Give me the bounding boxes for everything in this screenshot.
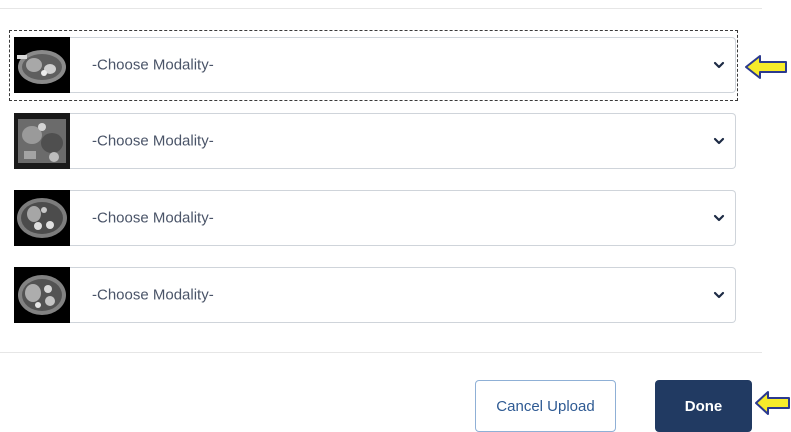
chevron-down-icon bbox=[713, 61, 725, 69]
modality-select[interactable]: -Choose Modality- bbox=[70, 267, 736, 323]
cancel-upload-button[interactable]: Cancel Upload bbox=[475, 380, 616, 432]
yellow-left-arrow-icon bbox=[745, 55, 787, 79]
modality-select[interactable]: -Choose Modality- bbox=[70, 37, 736, 93]
ct-scan-thumbnail bbox=[14, 190, 70, 246]
chevron-down-icon bbox=[713, 291, 725, 299]
modality-select[interactable]: -Choose Modality- bbox=[70, 113, 736, 169]
chevron-down-icon bbox=[713, 137, 725, 145]
chevron-down-icon bbox=[713, 214, 725, 222]
modality-select-value: -Choose Modality- bbox=[92, 132, 214, 150]
modality-select-value: -Choose Modality- bbox=[92, 56, 214, 74]
ct-scan-thumbnail bbox=[14, 113, 70, 169]
yellow-left-arrow-icon bbox=[755, 391, 790, 415]
done-button[interactable]: Done bbox=[655, 380, 752, 432]
ct-scan-thumbnail bbox=[14, 267, 70, 323]
ct-scan-thumbnail bbox=[14, 37, 70, 93]
image-row: -Choose Modality- bbox=[14, 37, 736, 93]
top-divider bbox=[0, 8, 762, 9]
bottom-divider bbox=[0, 352, 762, 353]
modality-select[interactable]: -Choose Modality- bbox=[70, 190, 736, 246]
image-row: -Choose Modality- bbox=[14, 267, 736, 323]
image-row: -Choose Modality- bbox=[14, 113, 736, 169]
modality-select-value: -Choose Modality- bbox=[92, 286, 214, 304]
image-row: -Choose Modality- bbox=[14, 190, 736, 246]
modality-select-value: -Choose Modality- bbox=[92, 209, 214, 227]
